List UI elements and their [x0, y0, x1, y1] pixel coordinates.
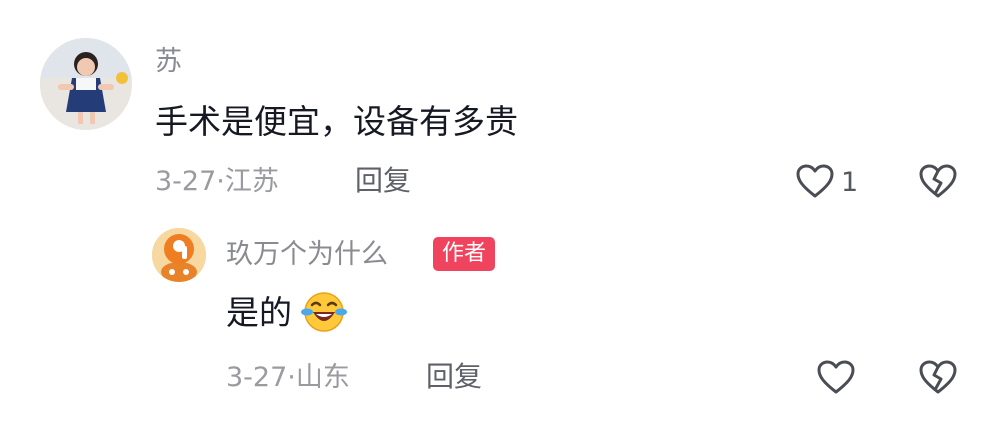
comment-username[interactable]: 苏 — [155, 48, 182, 75]
meta-separator: · — [287, 362, 296, 393]
meta-separator: · — [216, 166, 225, 197]
reply-meta: 3-27·山东 — [226, 364, 350, 391]
reply-button[interactable]: 回复 — [426, 363, 482, 391]
like-count: 1 — [841, 167, 859, 198]
dislike-button[interactable] — [918, 359, 958, 399]
reply-button[interactable]: 回复 — [355, 167, 411, 195]
heart-outline-icon — [817, 360, 855, 394]
heart-outline-icon — [796, 164, 834, 198]
comment-date: 3-27 — [155, 166, 217, 197]
reply-avatar[interactable] — [152, 228, 206, 282]
reply-location: 山东 — [295, 362, 350, 393]
reply-text: 是的 — [226, 296, 292, 329]
reply-text-content: 是的 — [226, 293, 292, 332]
child-photo-avatar — [40, 38, 132, 130]
reply-username[interactable]: 玖万个为什么 — [226, 241, 388, 268]
comment-text: 手术是便宜，设备有多贵 — [155, 102, 518, 141]
orange-number-9-avatar — [152, 228, 206, 282]
reply-date: 3-27 — [226, 362, 288, 393]
like-button[interactable] — [816, 359, 856, 399]
author-badge: 作者 — [433, 237, 496, 271]
avatar[interactable] — [40, 38, 132, 130]
like-button[interactable] — [795, 163, 835, 203]
crying-laughing-emoji — [300, 290, 348, 338]
broken-heart-icon — [919, 360, 957, 394]
dislike-button[interactable] — [918, 163, 958, 203]
comment-location: 江苏 — [224, 166, 279, 197]
comment-meta: 3-27·江苏 — [155, 168, 279, 195]
broken-heart-icon — [919, 164, 957, 198]
